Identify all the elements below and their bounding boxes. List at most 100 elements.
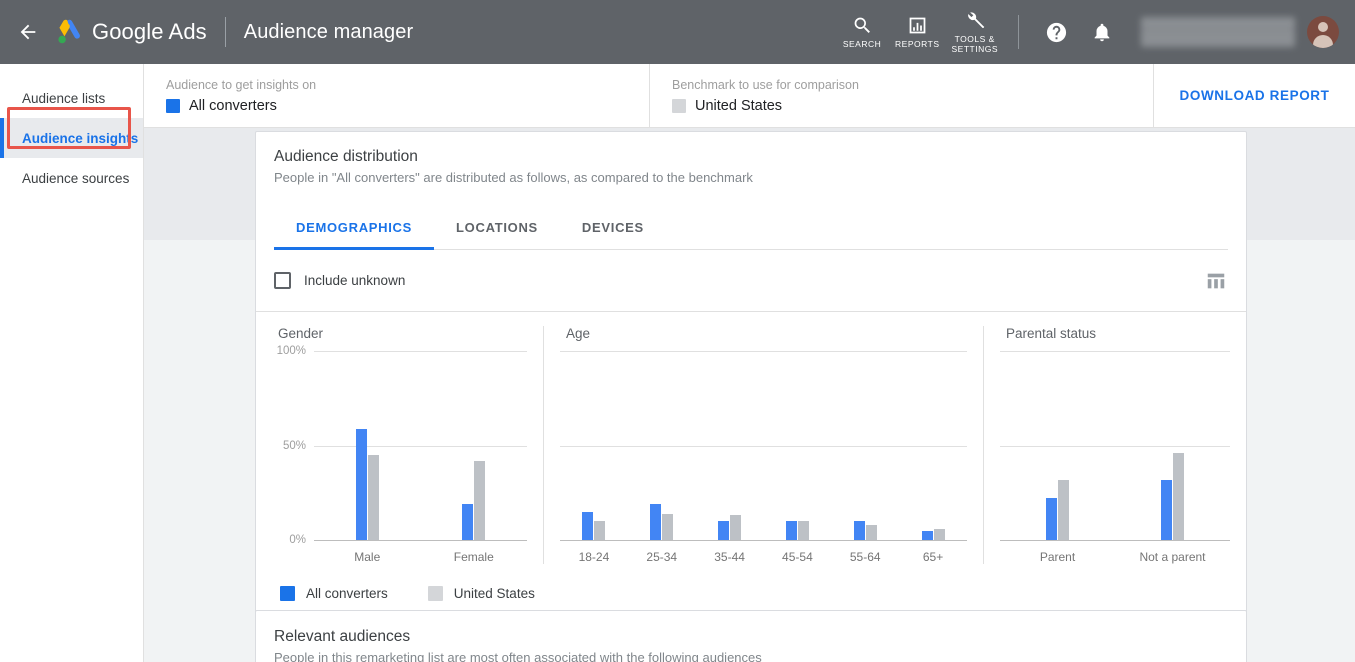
account-avatar-icon[interactable] [1307,16,1339,48]
benchmark-selector-value: United States [695,97,783,114]
card-title: Audience distribution [274,148,418,165]
bar[interactable] [594,521,606,540]
tools-settings-button[interactable]: TOOLS & SETTINGS [945,9,1004,55]
relevant-audiences-subtitle: People in this remarketing list are most… [274,650,762,662]
axis-baseline [560,540,967,541]
table-grid-icon[interactable] [1204,269,1228,293]
audience-distribution-card: Audience distribution People in "All con… [255,131,1247,620]
legend-label-benchmark: United States [453,586,535,601]
x-axis-label: 18-24 [578,550,610,564]
bar[interactable] [367,454,379,540]
bar-group [1000,351,1115,540]
tab-bar: DEMOGRAPHICS LOCATIONS DEVICES [274,205,1228,250]
x-axis-label: Parent [1039,550,1076,564]
benchmark-color-swatch [672,98,686,113]
bar-group [763,351,831,540]
bar[interactable] [1046,498,1057,540]
ytick-0: 0% [289,534,306,546]
checkbox-box-icon [274,272,291,289]
bar-group [560,351,628,540]
bar[interactable] [718,521,730,540]
sidebar-item-audience-insights[interactable]: Audience insights [0,118,143,158]
chart-age-xlabels: 18-24 25-34 35-44 45-54 55-64 65+ [560,550,967,564]
legend-swatch-benchmark [427,586,443,601]
back-arrow-icon[interactable] [16,20,40,44]
notification-bell-icon[interactable] [1085,15,1119,49]
ytick-100: 100% [276,345,306,357]
sidebar-item-label: Audience sources [22,170,130,186]
brand-label: Google Ads [92,19,207,44]
audience-selector-value-row: All converters [166,98,649,114]
bar[interactable] [797,521,809,540]
tab-demographics[interactable]: DEMOGRAPHICS [274,205,435,250]
chart-parental-plot [1000,351,1230,541]
relevant-audiences-card: Relevant audiences People in this remark… [255,610,1247,662]
bar-group [1115,351,1230,540]
include-unknown-checkbox[interactable]: Include unknown [274,272,405,289]
sidebar-nav: Audience lists Audience insights Audienc… [0,64,144,662]
tools-settings-label: REPORTS [895,39,940,50]
sidebar-item-label: Audience insights [22,130,139,146]
audience-manager-page: Google Ads Audience manager SEARCH REPOR… [0,0,1355,662]
wrench-tools-icon [964,9,985,31]
chart-parental-bars [1000,351,1230,540]
bar[interactable] [462,504,474,540]
tools-line1: TOOLS & [954,34,995,45]
legend-label-primary: All converters [306,586,388,601]
download-report-container: DOWNLOAD REPORT [1154,64,1355,127]
x-axis-label: 65+ [922,550,944,564]
bar[interactable] [355,428,367,540]
top-app-bar: Google Ads Audience manager SEARCH REPOR… [0,0,1355,64]
bar[interactable] [921,530,933,540]
google-ads-logo[interactable]: Google Ads [54,17,207,47]
x-axis-label: 25-34 [646,550,678,564]
include-unknown-label: Include unknown [304,273,406,288]
chart-gender: Gender 100% 50% 0% Male Female [256,326,544,564]
benchmark-selector-label: Benchmark to use for comparison [672,77,859,92]
legend-item-all-converters: All converters [280,586,388,601]
legend-swatch-primary [280,586,295,601]
chart-age-plot [560,351,967,541]
bar[interactable] [1173,453,1184,540]
bar[interactable] [730,515,742,540]
bar[interactable] [650,504,662,540]
chart-age-title: Age [566,326,591,341]
bar[interactable] [1161,479,1172,540]
search-button[interactable]: SEARCH [835,14,889,50]
tab-locations[interactable]: LOCATIONS [434,205,560,249]
tools-settings-text: TOOLS & SETTINGS [951,34,998,55]
chart-gender-plot: 100% 50% 0% [277,345,527,546]
search-icon [852,14,873,36]
download-report-button[interactable]: DOWNLOAD REPORT [1180,88,1330,103]
chart-gender-bars [314,351,527,540]
bar[interactable] [785,521,797,540]
audience-selector[interactable]: Audience to get insights on All converte… [144,64,650,127]
axis-baseline [1000,540,1230,541]
bar[interactable] [865,524,877,540]
sidebar-item-audience-lists[interactable]: Audience lists [0,78,143,118]
bar-group [831,351,899,540]
filter-bar: Audience to get insights on All converte… [144,64,1355,128]
chart-gender-xlabels: Male Female [314,550,527,564]
bar[interactable] [1058,479,1069,540]
bar[interactable] [933,528,945,540]
bar[interactable] [582,511,594,540]
chart-age: Age 18-24 25-34 35-44 45-54 55-64 65+ [544,326,984,564]
account-info-blurred[interactable] [1141,17,1295,47]
bar[interactable] [474,460,486,540]
x-axis-label: 45-54 [782,550,813,564]
search-label: SEARCH [842,39,882,50]
reports-button[interactable]: REPORTS [889,14,945,50]
benchmark-selector[interactable]: Benchmark to use for comparison United S… [650,64,1154,127]
x-axis-label: Female [453,550,494,564]
tab-devices[interactable]: DEVICES [560,205,666,249]
chart-parental-status: Parental status Parent Not a parent [984,326,1246,564]
chart-gender-title: Gender [278,326,324,341]
card-subtitle: People in "All converters" are distribut… [274,170,753,185]
relevant-audiences-title: Relevant audiences [274,628,411,645]
x-axis-label: Not a parent [1139,550,1206,564]
help-question-circle-icon[interactable] [1039,15,1073,49]
bar[interactable] [662,513,674,540]
sidebar-item-audience-sources[interactable]: Audience sources [0,158,143,198]
bar[interactable] [853,521,865,540]
